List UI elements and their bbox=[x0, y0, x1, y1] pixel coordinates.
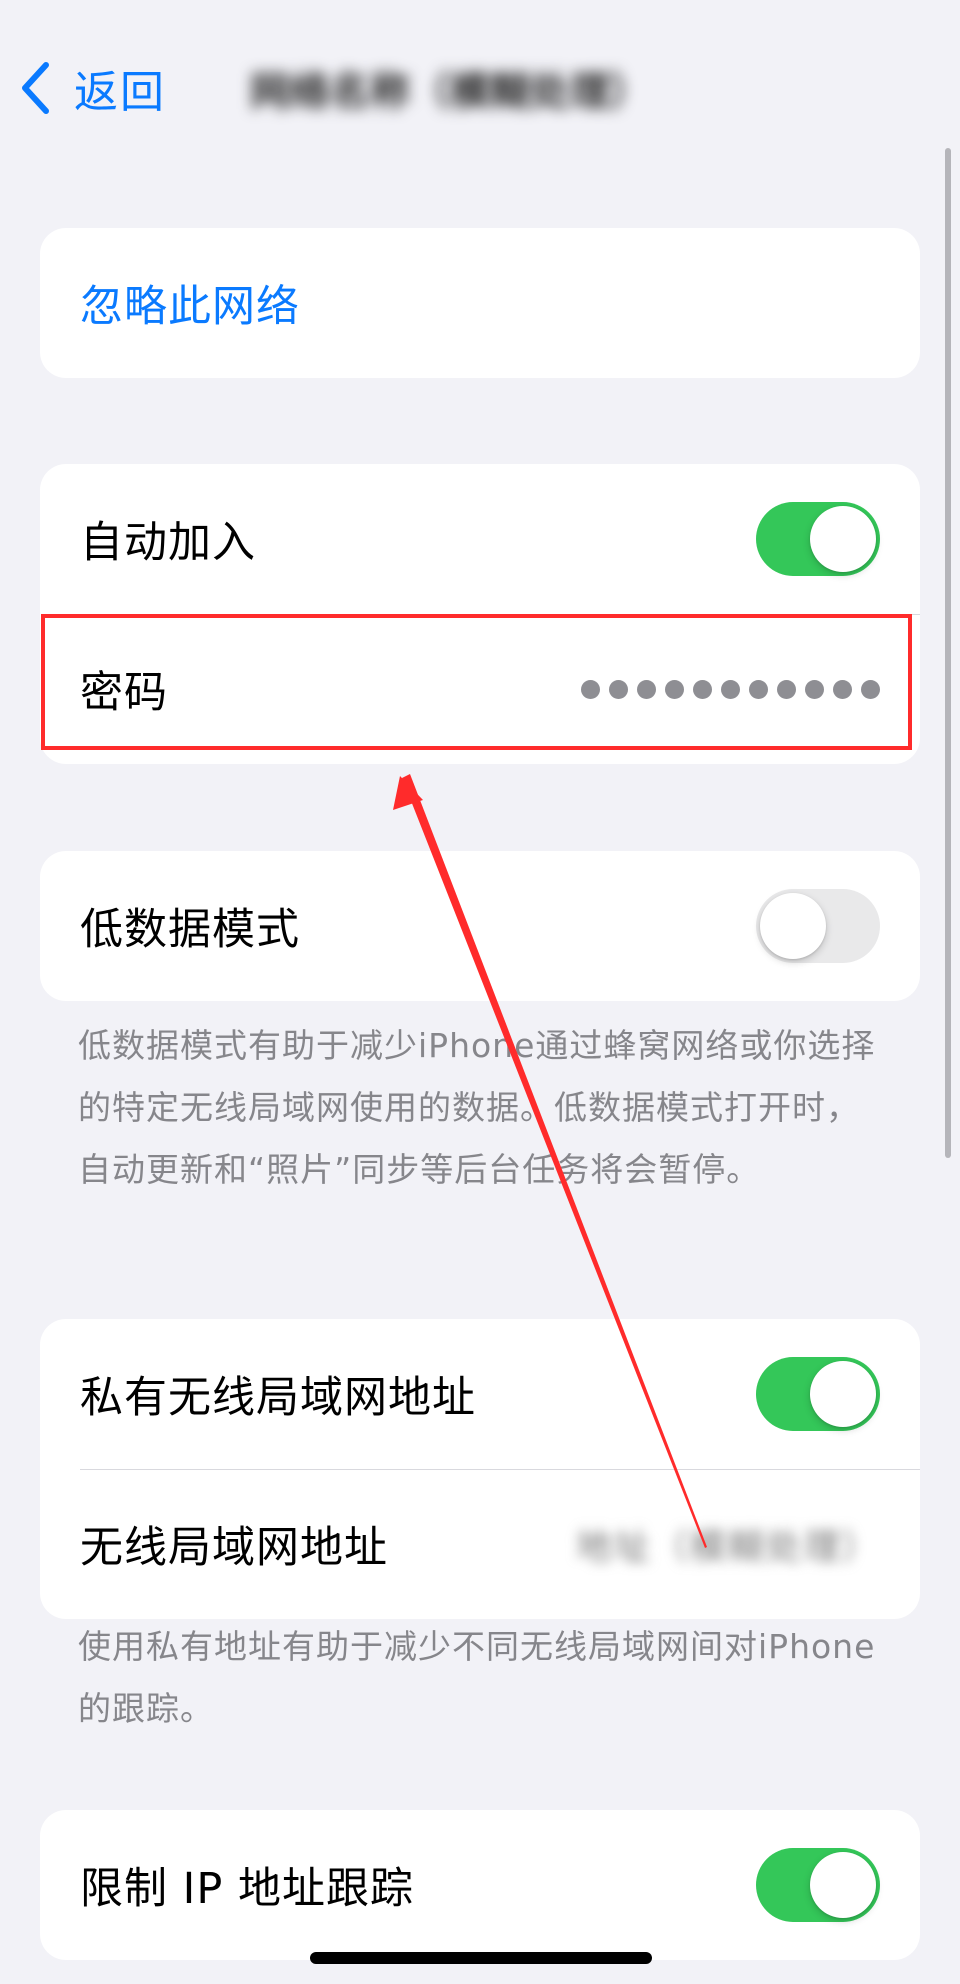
password-dot bbox=[609, 679, 628, 699]
password-row[interactable]: 密码 bbox=[40, 614, 920, 764]
low-data-toggle[interactable] bbox=[756, 889, 880, 963]
network-name-title: 网络名称（模糊处理） bbox=[250, 69, 650, 115]
password-dot bbox=[805, 679, 824, 699]
low-data-row: 低数据模式 bbox=[40, 851, 920, 1001]
forget-network-card: 忽略此网络 bbox=[40, 228, 920, 378]
chevron-left-icon bbox=[20, 61, 50, 115]
password-dot bbox=[721, 679, 740, 699]
row-divider bbox=[80, 1469, 920, 1470]
password-dot bbox=[665, 679, 684, 699]
low-data-card: 低数据模式 bbox=[40, 851, 920, 1001]
private-address-footer: 使用私有地址有助于减少不同无线局域网间对iPhone的跟踪。 bbox=[78, 1627, 876, 1728]
wifi-address-value: 地址（模糊处理） bbox=[575, 1527, 880, 1568]
limit-ip-card: 限制 IP 地址跟踪 bbox=[40, 1810, 920, 1960]
back-button[interactable]: 返回 bbox=[20, 58, 166, 118]
auto-join-row: 自动加入 bbox=[40, 464, 920, 614]
private-address-label: 私有无线局域网地址 bbox=[80, 1373, 476, 1423]
low-data-footer: 低数据模式有助于减少iPhone通过蜂窝网络或你选择的特定无线局域网使用的数据。… bbox=[78, 1026, 876, 1189]
navigation-bar: 返回 网络名称（模糊处理） bbox=[0, 0, 960, 170]
toggle-knob bbox=[760, 893, 826, 959]
back-label: 返回 bbox=[74, 67, 166, 118]
limit-ip-toggle[interactable] bbox=[756, 1848, 880, 1922]
scrollbar[interactable] bbox=[945, 148, 951, 1158]
toggle-knob bbox=[810, 1361, 876, 1427]
password-dot bbox=[833, 679, 852, 699]
forget-network-row[interactable]: 忽略此网络 bbox=[40, 228, 920, 378]
toggle-knob bbox=[810, 506, 876, 572]
home-indicator bbox=[310, 1952, 652, 1964]
password-dot bbox=[861, 679, 880, 699]
wifi-address-row: 无线局域网地址 地址（模糊处理） bbox=[40, 1469, 920, 1619]
row-divider bbox=[80, 614, 920, 615]
password-mask bbox=[581, 679, 880, 699]
private-address-toggle[interactable] bbox=[756, 1357, 880, 1431]
password-label: 密码 bbox=[80, 668, 168, 718]
password-dot bbox=[693, 679, 712, 699]
low-data-label: 低数据模式 bbox=[80, 905, 300, 955]
join-settings-card: 自动加入 密码 bbox=[40, 464, 920, 764]
private-address-row: 私有无线局域网地址 bbox=[40, 1319, 920, 1469]
limit-ip-label: 限制 IP 地址跟踪 bbox=[80, 1864, 414, 1914]
auto-join-toggle[interactable] bbox=[756, 502, 880, 576]
private-address-card: 私有无线局域网地址 无线局域网地址 地址（模糊处理） bbox=[40, 1319, 920, 1619]
password-dot bbox=[777, 679, 796, 699]
limit-ip-row: 限制 IP 地址跟踪 bbox=[40, 1810, 920, 1960]
password-dot bbox=[581, 679, 600, 699]
password-dot bbox=[637, 679, 656, 699]
auto-join-label: 自动加入 bbox=[80, 518, 256, 568]
wifi-address-label: 无线局域网地址 bbox=[80, 1523, 388, 1573]
password-dot bbox=[749, 679, 768, 699]
toggle-knob bbox=[810, 1852, 876, 1918]
forget-network-button[interactable]: 忽略此网络 bbox=[80, 272, 300, 334]
